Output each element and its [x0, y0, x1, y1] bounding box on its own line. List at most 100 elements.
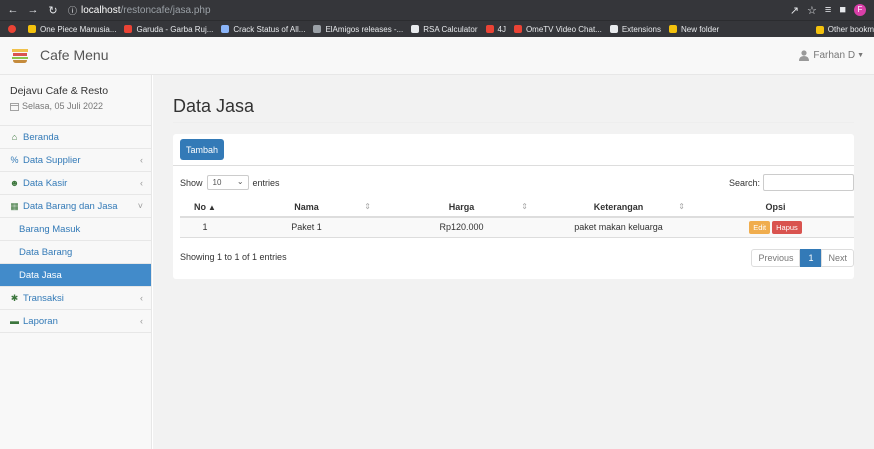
- th-icon: ▦: [10, 200, 19, 211]
- bookmark-label: OmeTV Video Chat...: [525, 24, 602, 34]
- cell-no: 1: [180, 217, 230, 238]
- table-info: Showing 1 to 1 of 1 entries: [180, 252, 287, 262]
- bookmark-label: One Piece Manusia...: [40, 24, 117, 34]
- bookmark-item[interactable]: Garuda - Garba Ruj...: [124, 25, 213, 34]
- panel-divider: [173, 165, 854, 166]
- next-button[interactable]: Next: [821, 249, 854, 267]
- data-table: No ▲ Nama ⇕ Harga ⇕ Keterangan ⇕ Opsi 1 Paket…: [180, 198, 854, 238]
- column-header-keterangan[interactable]: Keterangan ⇕: [540, 198, 697, 218]
- cell-nama: Paket 1: [230, 217, 383, 238]
- sidebar-item-label: Transaksi: [23, 292, 64, 304]
- previous-button[interactable]: Previous: [751, 249, 801, 267]
- table-row: 1 Paket 1 Rp120.000 paket makan keluarga Edi…: [180, 217, 854, 238]
- star-icon[interactable]: ☆: [807, 4, 817, 17]
- bookmark-favicon-icon: [609, 25, 618, 33]
- bookmark-label: Garuda - Garba Ruj...: [136, 24, 214, 34]
- bookmark-item[interactable]: ElAmigos releases -...: [313, 25, 403, 34]
- column-header-nama[interactable]: Nama ⇕: [230, 198, 383, 218]
- sidebar-header: Dejavu Cafe & Resto Selasa, 05 Juli 2022: [0, 75, 151, 126]
- current-date: Selasa, 05 Juli 2022: [10, 101, 141, 111]
- add-button[interactable]: Tambah: [180, 139, 224, 160]
- entries-label: entries: [252, 177, 280, 188]
- show-label: Show: [180, 177, 203, 188]
- page-1-button[interactable]: 1: [800, 249, 822, 267]
- sidebar-item-laporan[interactable]: ▬ Laporan ‹: [0, 310, 151, 333]
- sidebar-item-transaksi[interactable]: ✱ Transaksi ‹: [0, 287, 151, 310]
- bookmark-item[interactable]: Extensions: [609, 25, 661, 34]
- url-path: /restoncafe/jasa.php: [120, 4, 211, 16]
- table-search: Search:: [729, 174, 854, 191]
- pagination: Previous 1 Next: [751, 249, 854, 267]
- other-bookmarks[interactable]: Other bookm: [809, 21, 874, 37]
- back-icon[interactable]: ←: [6, 4, 20, 16]
- chevron-left-icon: ‹: [140, 316, 143, 326]
- sidebar-item-label: Data Kasir: [23, 177, 68, 189]
- sidebar-item-label: Beranda: [23, 131, 59, 143]
- forward-icon[interactable]: →: [26, 4, 40, 16]
- sidebar-item-data-kasir[interactable]: ☻ Data Kasir ‹: [0, 172, 151, 195]
- sidebar-item-beranda[interactable]: ⌂ Beranda: [0, 126, 151, 149]
- sidebar-item-data-supplier[interactable]: % Data Supplier ‹: [0, 149, 151, 172]
- column-header-harga[interactable]: Harga ⇕: [383, 198, 540, 218]
- caret-down-icon: ▼: [857, 51, 864, 59]
- user-name: Farhan D: [813, 49, 856, 61]
- sort-icon: ⇕: [678, 202, 685, 211]
- data-panel: Tambah Show 10 ⌄ entries Search: No ▲ Nam…: [173, 134, 854, 279]
- bookmark-item[interactable]: 4J: [485, 25, 506, 34]
- bookmark-item[interactable]: OmeTV Video Chat...: [513, 24, 602, 34]
- sidebar-item-data-barang-dan-jasa[interactable]: ▦ Data Barang dan Jasa ˅: [0, 195, 151, 218]
- page-title: Data Jasa: [173, 96, 255, 116]
- chevron-down-icon: ⌄: [236, 177, 244, 186]
- delete-button[interactable]: Hapus: [772, 220, 802, 234]
- entries-length: Show 10 ⌄ entries: [180, 175, 280, 190]
- bookmark-favicon-icon: [313, 25, 322, 33]
- user-menu[interactable]: Farhan D ▼: [798, 49, 864, 61]
- bookmark-label: New folder: [680, 24, 720, 34]
- bookmark-favicon-icon: [221, 25, 230, 33]
- reload-icon[interactable]: ↻: [46, 4, 60, 17]
- bookmark-label: RSA Calculator: [423, 24, 478, 34]
- cell-opsi: Edit Hapus: [697, 217, 854, 238]
- bookmark-favicon-icon: [411, 25, 420, 33]
- search-input[interactable]: [763, 174, 854, 191]
- entries-select[interactable]: 10 ⌄: [206, 175, 249, 190]
- bookmark-item[interactable]: One Piece Manusia...: [28, 25, 116, 34]
- reading-list-icon[interactable]: ≡: [825, 4, 831, 16]
- browser-toolbar: ← → ↻ ⓘ localhost/restoncafe/jasa.php ↗ …: [0, 0, 874, 20]
- bookmark-item[interactable]: RSA Calculator: [411, 24, 478, 34]
- bookmark-label: ElAmigos releases -...: [325, 24, 404, 34]
- share-icon[interactable]: ↗: [790, 4, 799, 17]
- title-divider: [173, 122, 854, 123]
- bookmark-favicon-icon: [668, 25, 677, 33]
- brand-link[interactable]: Cafe Menu: [10, 46, 108, 64]
- sidepanel-icon[interactable]: ■: [839, 4, 846, 16]
- user-icon: [799, 50, 810, 61]
- url-host: localhost: [81, 4, 121, 16]
- top-navbar: Cafe Menu Farhan D ▼: [0, 37, 874, 75]
- chevron-down-icon: ˅: [137, 201, 143, 211]
- folder-icon: ▬: [10, 316, 19, 326]
- bookmark-item[interactable]: New folder: [668, 24, 720, 34]
- profile-avatar[interactable]: F: [854, 4, 866, 16]
- sort-icon: ⇕: [364, 202, 371, 211]
- address-bar[interactable]: ⓘ localhost/restoncafe/jasa.php: [68, 2, 790, 18]
- bookmark-favicon-icon: [124, 25, 133, 33]
- sidebar-subitem-barang-masuk[interactable]: Barang Masuk: [0, 218, 151, 241]
- link-icon: %: [10, 155, 19, 165]
- edit-button[interactable]: Edit: [749, 220, 771, 234]
- sidebar-item-label: Data Supplier: [23, 154, 81, 166]
- column-header-no[interactable]: No ▲: [180, 198, 230, 218]
- search-label: Search:: [728, 177, 760, 188]
- cafe-name: Dejavu Cafe & Resto: [10, 85, 109, 97]
- column-header-opsi: Opsi: [697, 198, 854, 218]
- sort-icon: ⇕: [521, 202, 528, 211]
- info-icon: ⓘ: [68, 5, 78, 16]
- apps-icon[interactable]: [8, 25, 20, 33]
- bookmark-favicon-icon: [485, 25, 494, 33]
- bookmarks-bar: One Piece Manusia... Garuda - Garba Ruj..…: [0, 20, 874, 37]
- users-icon: ☻: [9, 178, 20, 188]
- home-icon: ⌂: [11, 132, 18, 142]
- sidebar-subitem-data-barang[interactable]: Data Barang: [0, 241, 151, 264]
- sidebar-subitem-data-jasa[interactable]: Data Jasa: [0, 264, 151, 287]
- bookmark-item[interactable]: Crack Status of All...: [221, 25, 305, 34]
